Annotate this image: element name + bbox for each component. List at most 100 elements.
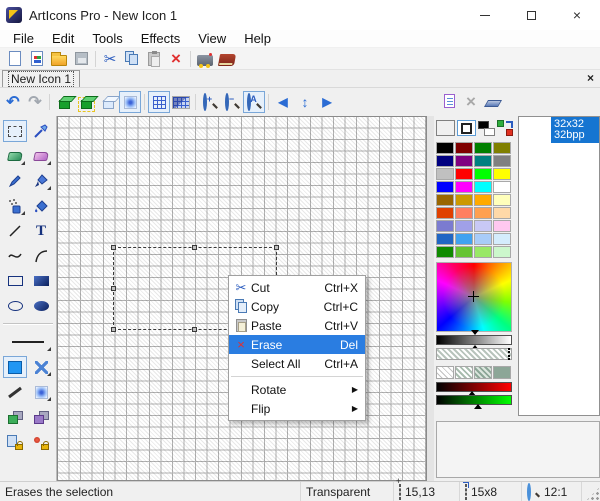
delete-image-button[interactable]: × bbox=[460, 90, 482, 112]
blur-mode-button[interactable] bbox=[119, 91, 141, 113]
active-color-tool[interactable] bbox=[3, 356, 27, 378]
palette-swatch[interactable] bbox=[474, 207, 492, 219]
green-channel-marker[interactable] bbox=[474, 404, 482, 409]
palette-swatch[interactable] bbox=[493, 155, 511, 167]
text-tool[interactable]: T bbox=[29, 220, 53, 242]
current-color-swatch[interactable] bbox=[436, 120, 455, 136]
rectangle-tool[interactable] bbox=[3, 270, 27, 292]
context-menu-item[interactable]: ✂ Cut Ctrl+X bbox=[229, 278, 365, 297]
new-from-image-button[interactable] bbox=[26, 49, 48, 69]
resize-grip[interactable] bbox=[586, 487, 600, 501]
palette-swatch[interactable] bbox=[493, 142, 511, 154]
cut-button[interactable]: ✂ bbox=[99, 49, 121, 69]
pattern-swatch[interactable] bbox=[436, 366, 454, 379]
context-menu-item[interactable]: Flip ▶ bbox=[229, 399, 365, 418]
palette-swatch[interactable] bbox=[455, 246, 473, 258]
menu-bar-item[interactable]: File bbox=[4, 31, 43, 46]
selection-handle[interactable] bbox=[111, 245, 116, 250]
context-menu-item[interactable]: Select All Ctrl+A bbox=[229, 354, 365, 373]
palette-swatch[interactable] bbox=[436, 220, 454, 232]
line-tool[interactable] bbox=[3, 220, 27, 242]
undo-button[interactable]: ↶ bbox=[2, 91, 24, 113]
palette-swatch[interactable] bbox=[493, 168, 511, 180]
palette-swatch[interactable] bbox=[455, 168, 473, 180]
glass-cube-button[interactable] bbox=[97, 91, 119, 113]
palette-swatch[interactable] bbox=[455, 181, 473, 193]
blur-tool[interactable] bbox=[29, 381, 53, 403]
duplicate-alt-tool[interactable] bbox=[29, 406, 53, 428]
color-gradient-picker[interactable] bbox=[436, 262, 512, 332]
palette-swatch[interactable] bbox=[474, 246, 492, 258]
palette-swatch[interactable] bbox=[455, 194, 473, 206]
palette-swatch[interactable] bbox=[436, 194, 454, 206]
select-tool[interactable] bbox=[3, 120, 27, 142]
palette-swatch[interactable] bbox=[493, 220, 511, 232]
palette-swatch[interactable] bbox=[474, 181, 492, 193]
palette-swatch[interactable] bbox=[493, 181, 511, 193]
context-menu-item[interactable]: Paste Ctrl+V bbox=[229, 316, 365, 335]
fill-tool[interactable] bbox=[29, 195, 53, 217]
smooth-line-tool[interactable] bbox=[3, 381, 27, 403]
selection-handle[interactable] bbox=[192, 327, 197, 332]
menu-bar-item[interactable]: Tools bbox=[83, 31, 131, 46]
tab-new-icon-1[interactable]: New Icon 1 bbox=[2, 70, 80, 87]
minimize-button[interactable] bbox=[462, 0, 508, 30]
palette-swatch[interactable] bbox=[436, 233, 454, 245]
menu-bar-item[interactable]: Help bbox=[235, 31, 280, 46]
show-grid-button[interactable] bbox=[148, 91, 170, 113]
lock-colors-tool[interactable] bbox=[29, 431, 53, 453]
palette-swatch[interactable] bbox=[436, 155, 454, 167]
color-mode-button[interactable] bbox=[457, 120, 476, 136]
spray-tool[interactable] bbox=[3, 195, 27, 217]
palette-swatch[interactable] bbox=[474, 168, 492, 180]
brush-tool[interactable] bbox=[29, 170, 53, 192]
pattern-swatch[interactable] bbox=[493, 366, 511, 379]
palette-swatch[interactable] bbox=[455, 220, 473, 232]
palette-swatch[interactable] bbox=[493, 233, 511, 245]
palette-swatch[interactable] bbox=[436, 142, 454, 154]
grid-pattern-button[interactable] bbox=[170, 91, 192, 113]
pattern-swatch[interactable] bbox=[455, 366, 473, 379]
context-menu-item[interactable]: Rotate ▶ bbox=[229, 380, 365, 399]
paste-button[interactable] bbox=[143, 49, 165, 69]
duplicate-tool[interactable] bbox=[3, 406, 27, 428]
palette-swatch[interactable] bbox=[493, 246, 511, 258]
copy-button[interactable] bbox=[121, 49, 143, 69]
open-button[interactable] bbox=[48, 49, 70, 69]
context-menu-item[interactable]: Copy Ctrl+C bbox=[229, 297, 365, 316]
palette-swatch[interactable] bbox=[455, 155, 473, 167]
eraser-alt-tool[interactable] bbox=[29, 145, 53, 167]
selection-handle[interactable] bbox=[274, 245, 279, 250]
close-button[interactable]: × bbox=[554, 0, 600, 30]
palette-swatch[interactable] bbox=[455, 207, 473, 219]
pencil-tool[interactable] bbox=[3, 170, 27, 192]
tab-close-icon[interactable]: × bbox=[587, 72, 594, 84]
selection-handle[interactable] bbox=[192, 245, 197, 250]
palette-swatch[interactable] bbox=[474, 155, 492, 167]
solid-cube-button[interactable] bbox=[53, 91, 75, 113]
palette-swatch[interactable] bbox=[455, 233, 473, 245]
dither-tool[interactable] bbox=[29, 356, 53, 378]
menu-bar-item[interactable]: View bbox=[189, 31, 235, 46]
zoom-out-button[interactable]: − bbox=[221, 91, 243, 113]
selected-cube-button[interactable] bbox=[75, 91, 97, 113]
redo-button[interactable]: ↷ bbox=[24, 91, 46, 113]
zoom-actual-button[interactable]: A bbox=[243, 91, 265, 113]
add-image-button[interactable] bbox=[438, 90, 460, 112]
luminance-marker-top[interactable] bbox=[471, 330, 479, 335]
palette-swatch[interactable] bbox=[436, 168, 454, 180]
help-button[interactable] bbox=[216, 49, 238, 69]
palette-swatch[interactable] bbox=[493, 207, 511, 219]
palette-swatch[interactable] bbox=[474, 142, 492, 154]
filled-rectangle-tool[interactable] bbox=[29, 270, 53, 292]
scroll-right-button[interactable]: ▶ bbox=[316, 91, 338, 113]
context-menu-item[interactable]: × Erase Del bbox=[229, 335, 365, 354]
new-button[interactable] bbox=[4, 49, 26, 69]
swap-colors-button[interactable] bbox=[497, 120, 513, 136]
curve-tool[interactable] bbox=[3, 245, 27, 267]
arc-tool[interactable] bbox=[29, 245, 53, 267]
panel-splitter[interactable] bbox=[427, 116, 434, 481]
clear-image-button[interactable] bbox=[482, 90, 504, 112]
lock-image-tool[interactable] bbox=[3, 431, 27, 453]
scroll-left-button[interactable]: ◀ bbox=[272, 91, 294, 113]
